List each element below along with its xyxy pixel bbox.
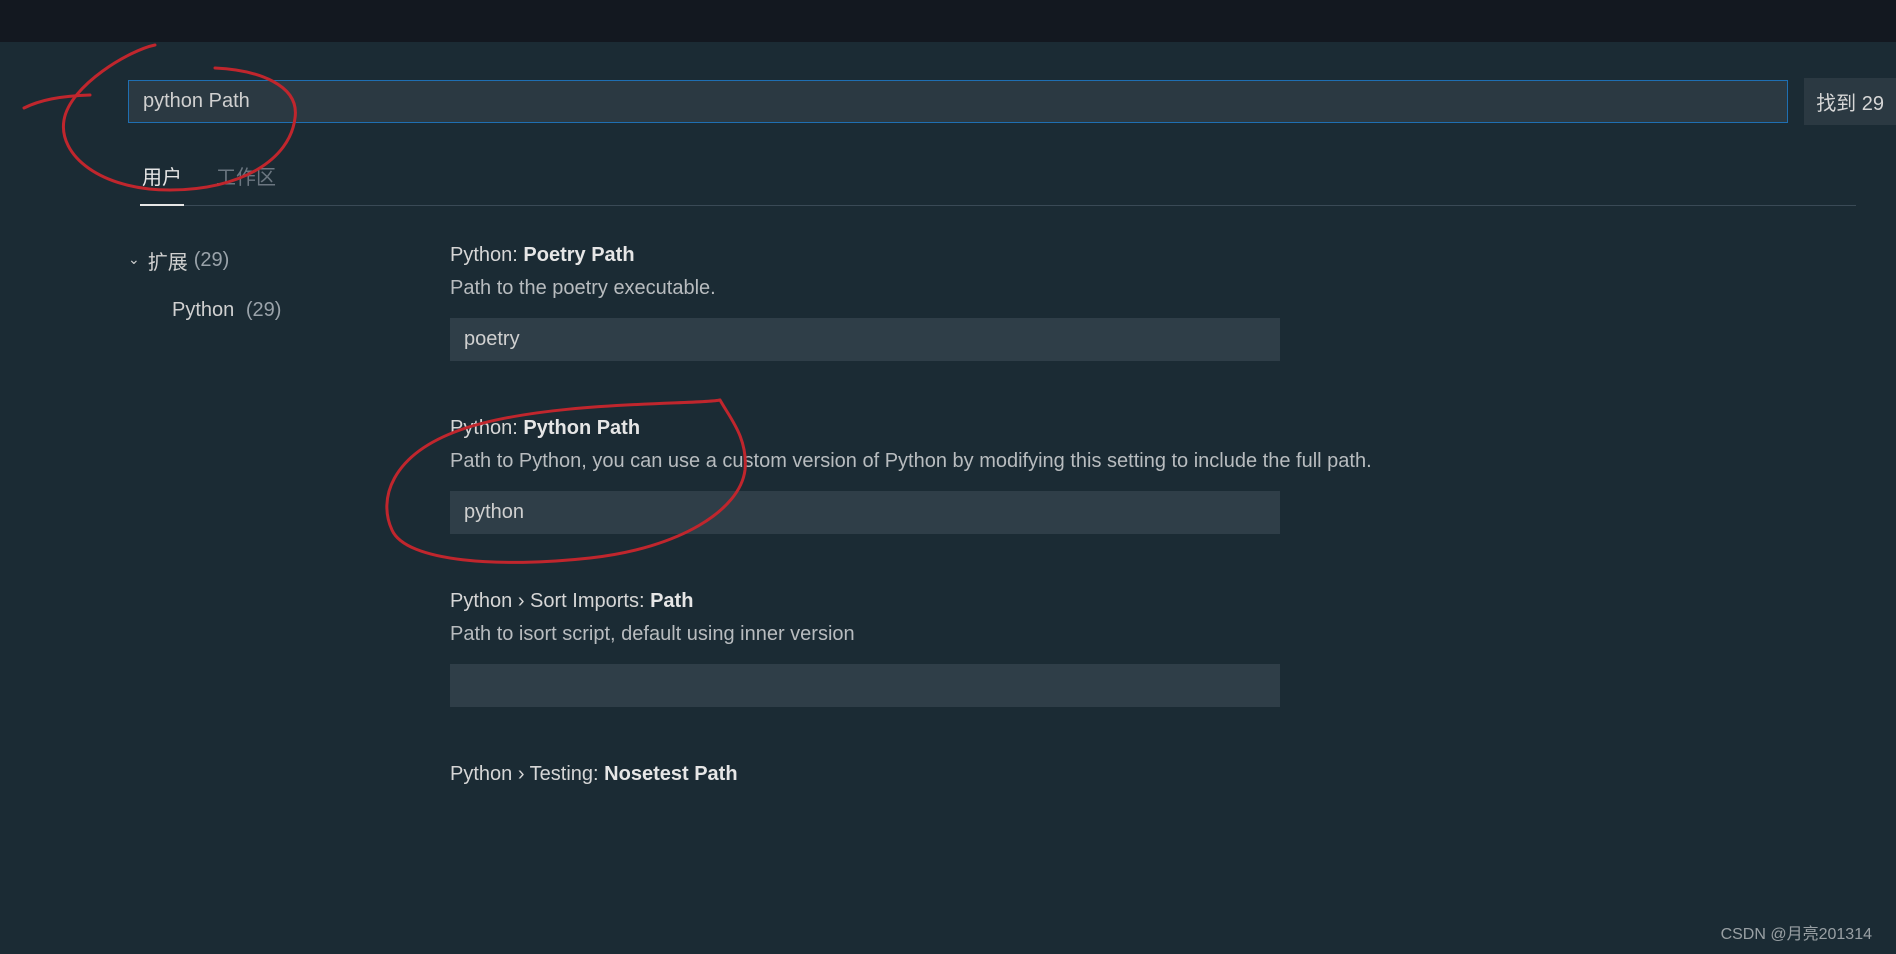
chevron-down-icon: ⌄ (128, 251, 140, 268)
toc-python[interactable]: Python (29) (128, 281, 340, 322)
setting-title: Python: Python Path (450, 417, 1836, 440)
settings-search-input[interactable] (128, 80, 1788, 123)
setting-title: Python: Poetry Path (450, 244, 1836, 267)
toc-python-label: Python (172, 299, 234, 321)
setting-title: Python › Testing: Nosetest Path (450, 763, 1836, 786)
setting-category: Python › Testing: (450, 763, 604, 785)
setting-nosetest-path: Python › Testing: Nosetest Path (450, 763, 1836, 786)
toc-extensions-label: 扩展 (148, 246, 188, 275)
setting-poetry-path: Python: Poetry Path Path to the poetry e… (450, 244, 1836, 361)
setting-category: Python › Sort Imports: (450, 590, 650, 612)
toc-python-count: (29) (246, 299, 282, 321)
setting-category: Python: (450, 244, 523, 266)
settings-toc: ⌄ 扩展 (29) Python (29) (0, 230, 340, 796)
settings-body: ⌄ 扩展 (29) Python (29) Python: Poetry Pat… (0, 230, 1896, 796)
setting-title: Python › Sort Imports: Path (450, 590, 1836, 613)
setting-python-path: Python: Python Path Path to Python, you … (450, 417, 1836, 534)
tab-workspace[interactable]: 工作区 (214, 161, 278, 205)
setting-description: Path to the poetry executable. (450, 277, 1836, 300)
setting-category: Python: (450, 417, 523, 439)
setting-description: Path to isort script, default using inne… (450, 623, 1836, 646)
setting-name: Python Path (523, 417, 640, 439)
setting-name: Path (650, 590, 693, 612)
setting-description: Path to Python, you can use a custom ver… (450, 450, 1836, 473)
setting-sort-imports-path: Python › Sort Imports: Path Path to isor… (450, 590, 1836, 707)
tab-user[interactable]: 用户 (140, 161, 184, 206)
settings-search-row: 找到 29 (128, 78, 1896, 125)
toc-extensions[interactable]: ⌄ 扩展 (29) (128, 240, 340, 281)
toc-extensions-count: (29) (194, 249, 230, 272)
setting-input-python-path[interactable] (450, 491, 1280, 534)
search-result-count: 找到 29 (1804, 78, 1896, 125)
title-bar (0, 0, 1896, 42)
settings-scope-tabs: 用户 工作区 (140, 161, 1856, 206)
settings-editor: 找到 29 用户 工作区 ⌄ 扩展 (29) Python (29) Pytho… (0, 78, 1896, 796)
setting-name: Poetry Path (523, 244, 634, 266)
watermark-text: CSDN @月亮201314 (1721, 920, 1872, 944)
setting-input-sort-imports-path[interactable] (450, 664, 1280, 707)
setting-input-poetry-path[interactable] (450, 318, 1280, 361)
settings-list: Python: Poetry Path Path to the poetry e… (340, 230, 1896, 796)
setting-name: Nosetest Path (604, 763, 737, 785)
